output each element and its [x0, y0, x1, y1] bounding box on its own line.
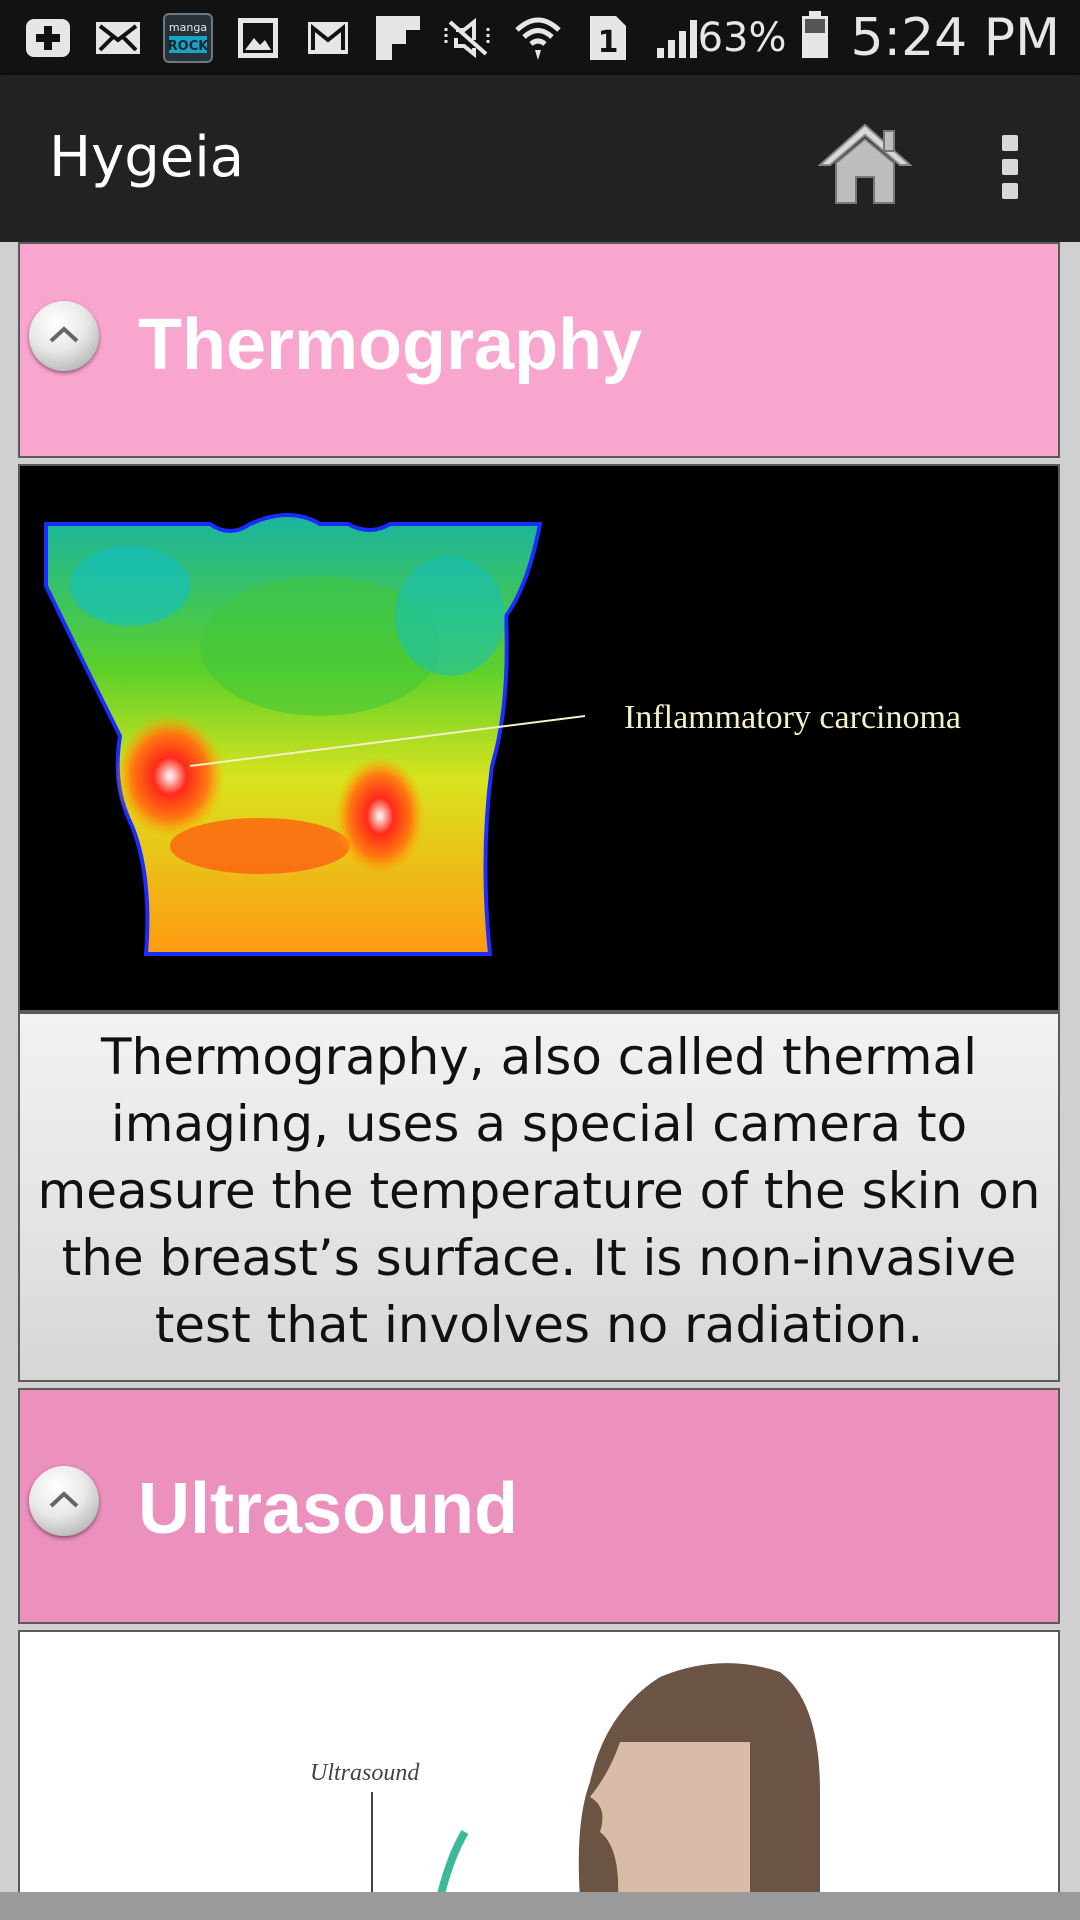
thermography-description: Thermography, also called thermal imagin… [18, 1012, 1060, 1382]
manga-logo-bottom: ROCK [168, 39, 210, 54]
ultrasound-image: Ultrasound [18, 1630, 1060, 1892]
collapse-button[interactable] [29, 301, 99, 371]
battery-icon [800, 10, 830, 65]
chevron-up-icon [49, 1491, 79, 1508]
content-scroll[interactable]: Thermography Inflammatory carcinoma Ther… [0, 242, 1080, 1892]
clock: 5:24 PM [850, 7, 1060, 68]
home-icon [817, 123, 913, 204]
bottom-edge [0, 1892, 1080, 1920]
gmail-icon [302, 14, 354, 62]
ultrasound-label: Ultrasound [310, 1760, 420, 1786]
home-button[interactable] [812, 119, 918, 209]
signal-icon [652, 14, 704, 62]
section-title: Ultrasound [138, 1469, 519, 1549]
action-bar: Hygeia [0, 75, 1080, 242]
section-header-ultrasound[interactable]: Ultrasound [18, 1388, 1060, 1624]
flipboard-icon [372, 14, 424, 62]
mute-icon [442, 14, 494, 62]
add-icon [22, 14, 74, 62]
thermography-image: Inflammatory carcinoma [18, 464, 1060, 1012]
battery-percent: 63% [697, 14, 787, 61]
overflow-menu-icon [1002, 135, 1018, 199]
gallery-icon [232, 14, 284, 62]
section-header-thermography[interactable]: Thermography [18, 242, 1060, 458]
app-title: Hygeia [49, 125, 245, 190]
sim-label: 1 [598, 25, 619, 60]
description-text: Thermography, also called thermal imagin… [37, 1028, 1041, 1354]
chevron-up-icon [49, 326, 79, 343]
wifi-icon [512, 14, 564, 62]
image-annotation: Inflammatory carcinoma [624, 699, 961, 736]
email-icon [92, 14, 144, 62]
status-bar: manga ROCK 1 63% 5:24 PM [0, 0, 1080, 75]
overflow-menu-button[interactable] [980, 123, 1040, 213]
ultrasound-illustration: Ultrasound [310, 1663, 820, 1892]
manga-logo-top: manga [169, 21, 207, 34]
sim1-icon: 1 [582, 14, 634, 62]
section-title: Thermography [138, 305, 643, 385]
collapse-button[interactable] [29, 1466, 99, 1536]
thermal-body-image: Inflammatory carcinoma [44, 513, 961, 956]
manga-rock-icon: manga ROCK [162, 12, 214, 63]
